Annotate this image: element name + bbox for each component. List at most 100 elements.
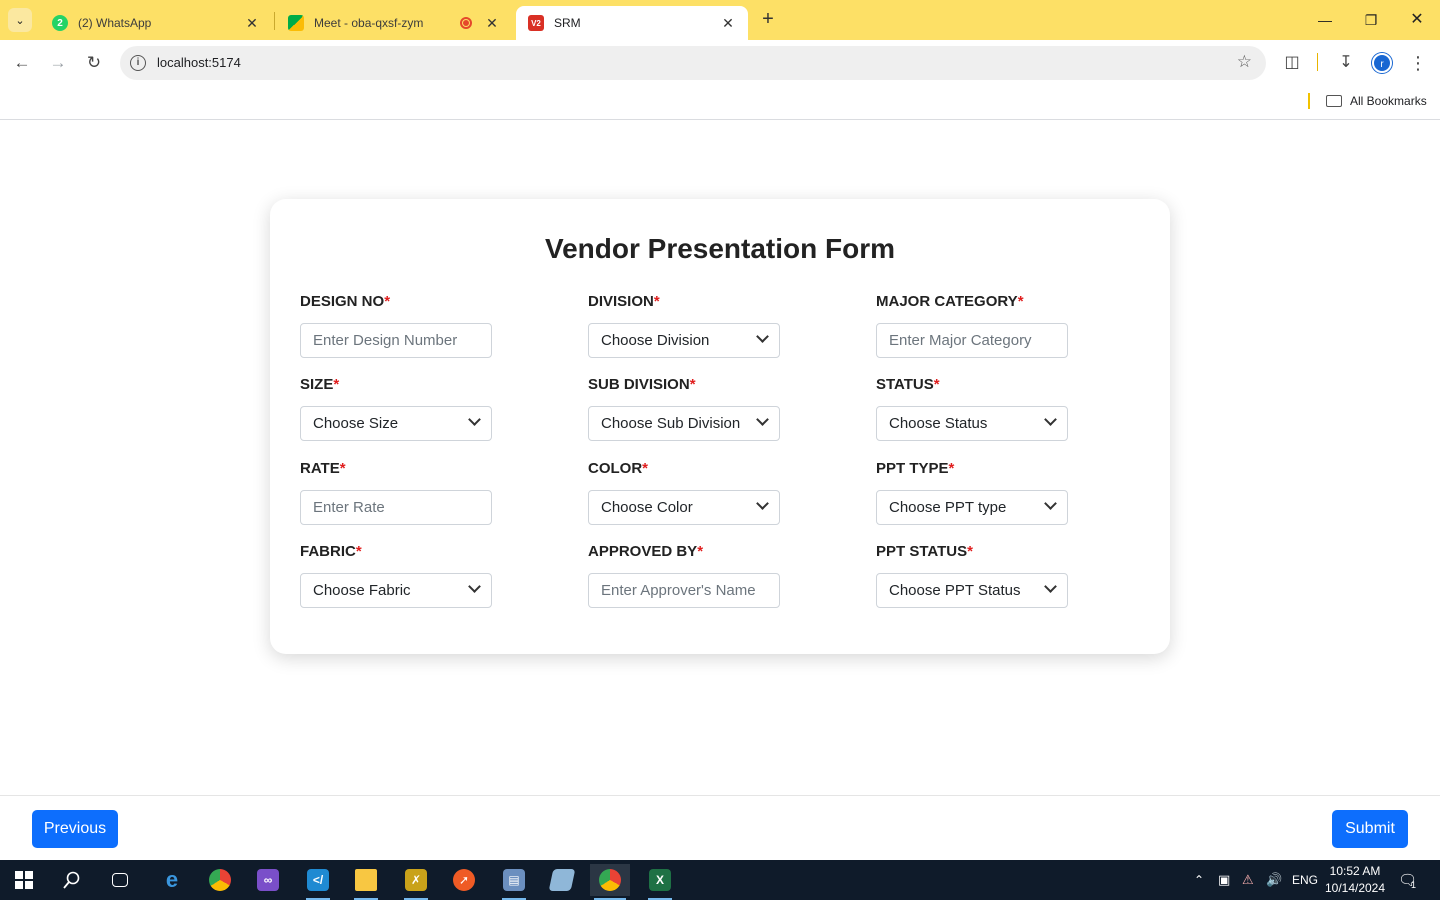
tab-meet[interactable]: Meet - oba-qxsf-zym ✕: [276, 6, 512, 40]
profile-avatar[interactable]: r: [1372, 53, 1392, 73]
volume-icon[interactable]: 🔊: [1266, 860, 1282, 900]
field-label: PPT STATUS*: [876, 543, 973, 560]
postman-icon: ➚: [453, 869, 475, 891]
site-info-icon[interactable]: i: [130, 55, 146, 71]
chevron-up-icon: ⌃: [1194, 873, 1205, 887]
srm-favicon-icon: V2: [528, 15, 544, 31]
task-view-button[interactable]: [100, 864, 140, 896]
field-ppt-status: PPT STATUS* Choose PPT Status: [876, 543, 1116, 608]
taskbar-ssms[interactable]: ▤: [494, 864, 534, 900]
ppt-type-select[interactable]: Choose PPT type: [876, 490, 1068, 525]
tab-whatsapp[interactable]: 2 (2) WhatsApp ✕: [40, 6, 272, 40]
chevron-down-icon: [468, 413, 481, 426]
windows-taskbar: e ∞ </ ✗ ➚ ▤ X ⌃ ▣ ⚠ 🔊 ENG 10:52 AM 10/1: [0, 860, 1440, 900]
taskbar-edge-legacy[interactable]: e: [152, 864, 192, 896]
taskbar-chrome[interactable]: [200, 864, 240, 896]
app-icon: [548, 869, 576, 891]
clock-time: 10:52 AM: [1329, 864, 1381, 878]
menu-kebab-icon[interactable]: ⋮: [1406, 51, 1430, 75]
chevron-down-icon: [756, 497, 769, 510]
taskbar-postman[interactable]: ➚: [444, 864, 484, 896]
new-tab-button[interactable]: +: [756, 8, 780, 32]
sub-division-select[interactable]: Choose Sub Division: [588, 406, 780, 441]
rate-input[interactable]: Enter Rate: [300, 490, 492, 525]
field-division: DIVISION* Choose Division: [588, 293, 828, 358]
field-label: SIZE*: [300, 376, 340, 393]
recording-icon: [460, 17, 472, 29]
close-icon[interactable]: ✕: [484, 15, 500, 32]
color-select[interactable]: Choose Color: [588, 490, 780, 525]
toolbar-divider: [1317, 53, 1318, 71]
fabric-select[interactable]: Choose Fabric: [300, 573, 492, 608]
extensions-icon[interactable]: ◫: [1280, 51, 1304, 75]
field-label: DIVISION*: [588, 293, 660, 310]
restore-icon[interactable]: ❐: [1359, 8, 1383, 32]
close-icon[interactable]: ✕: [720, 15, 736, 32]
field-label: COLOR*: [588, 460, 649, 477]
window-close-icon[interactable]: ✕: [1405, 8, 1429, 32]
bookmarks-divider: [1308, 93, 1310, 109]
language-indicator[interactable]: ENG: [1292, 860, 1318, 900]
download-icon[interactable]: ↧: [1334, 51, 1358, 75]
previous-button[interactable]: Previous: [32, 810, 118, 848]
page-footer: Previous Submit: [0, 795, 1440, 860]
task-view-icon: [112, 873, 128, 887]
taskbar-excel[interactable]: X: [640, 864, 680, 900]
tab-title: (2) WhatsApp: [78, 16, 152, 30]
address-bar[interactable]: i localhost:5174 ☆: [120, 46, 1266, 80]
security-alert-icon[interactable]: ⚠: [1242, 860, 1254, 900]
taskbar-chrome-active[interactable]: [590, 864, 630, 900]
taskbar-vscode[interactable]: </: [298, 864, 338, 900]
status-select[interactable]: Choose Status: [876, 406, 1068, 441]
submit-button[interactable]: Submit: [1332, 810, 1408, 848]
start-button[interactable]: [4, 864, 44, 896]
notifications-button[interactable]: 🗨 1: [1398, 860, 1417, 900]
bookmark-star-icon[interactable]: ☆: [1237, 52, 1252, 72]
bookmarks-bar: All Bookmarks: [0, 86, 1440, 120]
size-select[interactable]: Choose Size: [300, 406, 492, 441]
chrome-icon: [599, 869, 621, 891]
field-label: SUB DIVISION*: [588, 376, 696, 393]
search-button[interactable]: [52, 864, 92, 896]
browser-titlebar: ⌄ 2 (2) WhatsApp ✕ Meet - oba-qxsf-zym ✕…: [0, 0, 1440, 40]
internet-explorer-icon: e: [165, 867, 179, 892]
vscode-icon: </: [307, 869, 329, 891]
network-icon[interactable]: ▣: [1218, 860, 1230, 900]
browser-toolbar: ← → ↻ i localhost:5174 ☆ ◫ ↧ r ⋮: [0, 40, 1440, 86]
tab-srm[interactable]: V2 SRM ✕: [516, 6, 748, 40]
search-icon: [63, 871, 80, 889]
notification-count: 1: [1411, 880, 1417, 890]
folder-icon: [355, 869, 377, 891]
chevron-down-icon: [1044, 580, 1057, 593]
division-select[interactable]: Choose Division: [588, 323, 780, 358]
show-hidden-icons[interactable]: ⌃: [1194, 860, 1204, 900]
field-label: RATE*: [300, 460, 346, 477]
field-color: COLOR* Choose Color: [588, 460, 828, 525]
back-arrow-icon[interactable]: ←: [10, 51, 34, 75]
ppt-status-select[interactable]: Choose PPT Status: [876, 573, 1068, 608]
field-approved-by: APPROVED BY* Enter Approver's Name: [588, 543, 828, 608]
reload-icon[interactable]: ↻: [82, 51, 106, 75]
clock-date: 10/14/2024: [1324, 881, 1386, 895]
close-icon[interactable]: ✕: [244, 15, 260, 32]
tools-icon: ✗: [405, 869, 427, 891]
design-no-input[interactable]: Enter Design Number: [300, 323, 492, 358]
minimize-icon[interactable]: —: [1313, 8, 1337, 32]
all-bookmarks-button[interactable]: All Bookmarks: [1326, 94, 1427, 108]
approved-by-input[interactable]: Enter Approver's Name: [588, 573, 780, 608]
field-label: APPROVED BY*: [588, 543, 704, 560]
taskbar-file-explorer[interactable]: [346, 864, 386, 900]
taskbar-app-tools[interactable]: ✗: [396, 864, 436, 900]
field-label: PPT TYPE*: [876, 460, 955, 477]
field-major-category: MAJOR CATEGORY* Enter Major Category: [876, 293, 1116, 358]
forward-arrow-icon[interactable]: →: [46, 51, 70, 75]
tab-search-button[interactable]: ⌄: [8, 8, 32, 32]
field-status: STATUS* Choose Status: [876, 376, 1116, 441]
field-fabric: FABRIC* Choose Fabric: [300, 543, 540, 608]
taskbar-app[interactable]: [542, 864, 582, 896]
major-category-input[interactable]: Enter Major Category: [876, 323, 1068, 358]
taskbar-visual-studio[interactable]: ∞: [248, 864, 288, 896]
system-clock[interactable]: 10:52 AM 10/14/2024: [1322, 863, 1388, 897]
chrome-icon: [209, 869, 231, 891]
field-label: FABRIC*: [300, 543, 362, 560]
